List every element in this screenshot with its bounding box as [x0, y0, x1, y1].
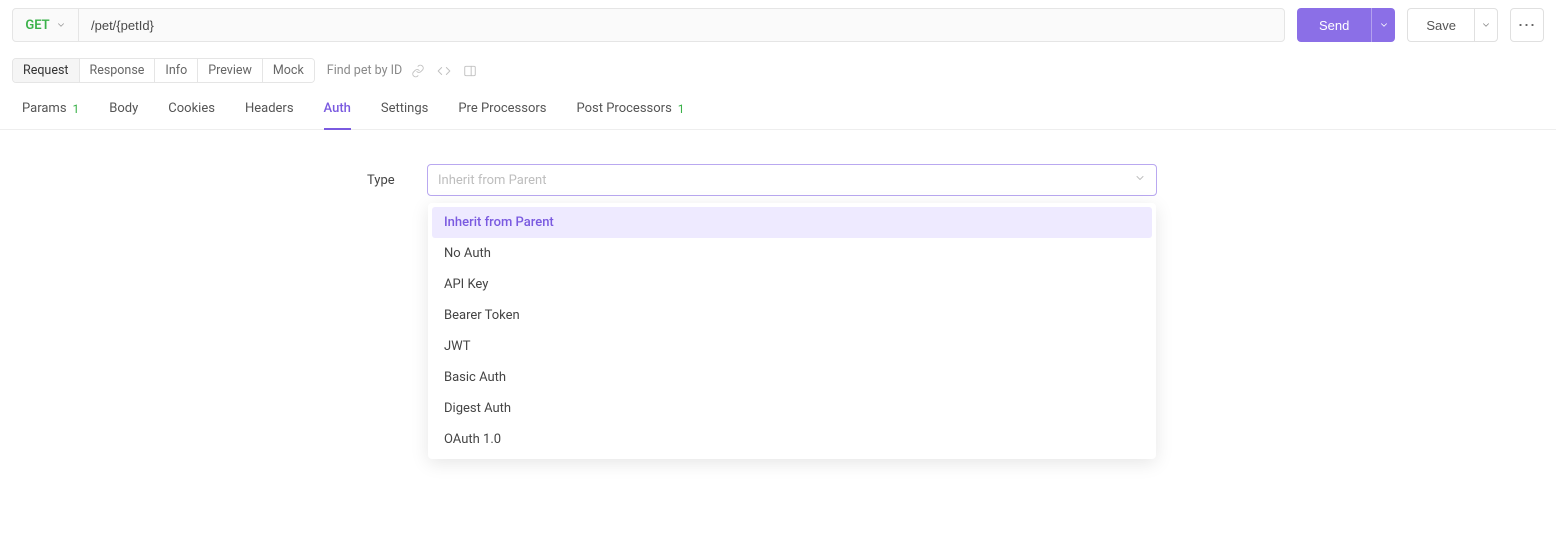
- auth-type-label: Type: [367, 173, 407, 188]
- config-tab-label: Headers: [245, 101, 294, 116]
- save-button[interactable]: Save: [1407, 8, 1474, 42]
- more-button[interactable]: ⋯: [1510, 8, 1544, 42]
- operation-name: Find pet by ID: [327, 63, 402, 78]
- auth-type-option[interactable]: Bearer Token: [432, 300, 1152, 331]
- config-tab-count: 1: [73, 102, 80, 116]
- config-tab-pre-processors[interactable]: Pre Processors: [458, 91, 546, 130]
- auth-type-select[interactable]: Inherit from Parent Inherit from Parent …: [427, 164, 1157, 196]
- save-button-split[interactable]: [1474, 8, 1498, 42]
- auth-type-dropdown: Inherit from Parent No Auth API Key Bear…: [428, 203, 1156, 459]
- view-tab-preview[interactable]: Preview: [198, 59, 263, 82]
- chevron-down-icon: [1379, 20, 1389, 30]
- send-button[interactable]: Send: [1297, 8, 1371, 42]
- chevron-down-icon: [1481, 20, 1491, 30]
- config-tab-params[interactable]: Params 1: [22, 91, 79, 130]
- config-tab-label: Params: [22, 101, 67, 116]
- url-group: GET: [12, 8, 1285, 42]
- auth-type-option[interactable]: API Key: [432, 269, 1152, 300]
- config-tabs: Params 1 Body Cookies Headers Auth Setti…: [0, 91, 1556, 130]
- view-switch: Request Response Info Preview Mock: [12, 58, 315, 83]
- auth-type-option[interactable]: Digest Auth: [432, 393, 1152, 424]
- config-tab-label: Auth: [324, 101, 351, 116]
- link-icon[interactable]: [408, 61, 428, 81]
- url-input[interactable]: [79, 9, 1284, 41]
- http-method-label: GET: [25, 18, 49, 33]
- panel-icon[interactable]: [460, 61, 480, 81]
- config-tab-settings[interactable]: Settings: [381, 91, 428, 130]
- view-tab-info[interactable]: Info: [155, 59, 198, 82]
- http-method-select[interactable]: GET: [13, 9, 79, 41]
- auth-type-option[interactable]: Inherit from Parent: [432, 207, 1152, 238]
- config-tab-headers[interactable]: Headers: [245, 91, 294, 130]
- auth-type-option[interactable]: No Auth: [432, 238, 1152, 269]
- auth-type-option[interactable]: OAuth 1.0: [432, 424, 1152, 455]
- config-tab-label: Post Processors: [577, 101, 672, 116]
- view-tab-request[interactable]: Request: [13, 59, 80, 82]
- config-tab-auth[interactable]: Auth: [324, 91, 351, 130]
- config-tab-label: Pre Processors: [458, 101, 546, 116]
- code-icon[interactable]: [434, 61, 454, 81]
- chevron-down-icon: [1134, 172, 1146, 188]
- auth-type-option[interactable]: Basic Auth: [432, 362, 1152, 393]
- chevron-down-icon: [56, 20, 66, 30]
- config-tab-cookies[interactable]: Cookies: [168, 91, 215, 130]
- view-tab-response[interactable]: Response: [80, 59, 156, 82]
- config-tab-post-processors[interactable]: Post Processors 1: [577, 91, 685, 130]
- config-tab-count: 1: [678, 102, 685, 116]
- config-tab-label: Cookies: [168, 101, 215, 116]
- send-button-split[interactable]: [1371, 8, 1395, 42]
- config-tab-label: Settings: [381, 101, 428, 116]
- auth-type-select-value: Inherit from Parent: [438, 173, 546, 188]
- config-tab-body[interactable]: Body: [109, 91, 138, 130]
- ellipsis-icon: ⋯: [1518, 15, 1537, 36]
- auth-type-option[interactable]: JWT: [432, 331, 1152, 362]
- view-tab-mock[interactable]: Mock: [263, 59, 314, 82]
- config-tab-label: Body: [109, 101, 138, 116]
